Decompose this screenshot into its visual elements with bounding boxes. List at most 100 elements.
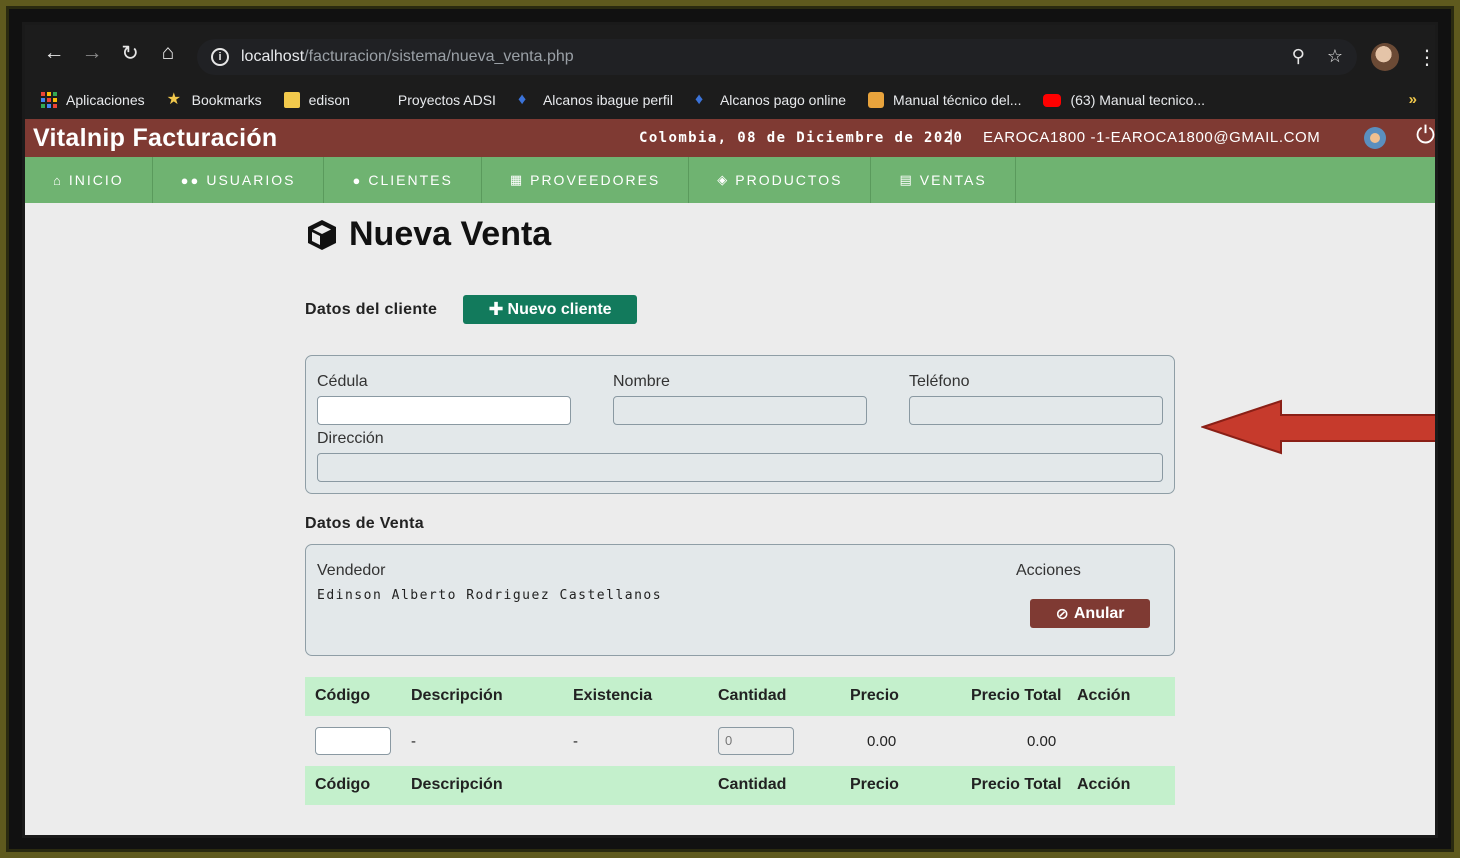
direccion-input[interactable] (317, 453, 1163, 482)
nav-label: PROVEEDORES (530, 172, 661, 188)
header-precio: Precio (850, 687, 899, 704)
cedula-input[interactable] (317, 396, 571, 425)
bookmark-item[interactable]: ♦ Alcanos pago online (694, 91, 846, 109)
nav-item-proveedores[interactable]: ▦ PROVEEDORES (482, 157, 690, 203)
footer-cantidad: Cantidad (718, 776, 787, 793)
footer-codigo: Código (315, 776, 371, 793)
vendedor-name: Edinson Alberto Rodriguez Castellanos (317, 588, 663, 603)
header-codigo: Código (315, 687, 371, 704)
bookmark-label: Alcanos ibague perfil (542, 92, 673, 108)
direccion-label: Dirección (317, 430, 384, 447)
bookmark-star-icon[interactable]: ☆ (1327, 46, 1343, 67)
users-icon: ●● (180, 172, 201, 188)
forward-arrow-icon[interactable]: → (73, 35, 111, 71)
bookmarks-bar: Aplicaciones ★ Bookmarks edison Proyecto… (25, 81, 1435, 119)
nav-label: CLIENTES (368, 172, 453, 188)
flame-icon: ♦ (694, 91, 704, 108)
new-client-button[interactable]: ✚ Nuevo cliente (463, 295, 637, 324)
app-title: Vitalnip Facturación (33, 123, 278, 152)
file-icon: ▤ (899, 172, 914, 187)
bookmark-item[interactable]: (63) Manual tecnico... (1043, 92, 1205, 108)
bookmark-label: (63) Manual tecnico... (1070, 92, 1206, 108)
nav-label: VENTAS (919, 172, 987, 188)
cedula-label: Cédula (317, 373, 368, 390)
main-nav: ⌂ INICIO ●● USUARIOS ● CLIENTES ▦ PROVEEDORE… (25, 157, 1435, 203)
bookmark-label: Aplicaciones (66, 92, 145, 108)
nombre-input[interactable] (613, 396, 867, 425)
footer-descripcion: Descripción (411, 776, 503, 793)
user-icon: ● (352, 172, 363, 188)
footer-precio-total: Precio Total (971, 776, 1062, 793)
user-avatar-icon[interactable] (1364, 127, 1386, 149)
building-icon: ▦ (509, 172, 525, 187)
nav-item-ventas[interactable]: ▤ VENTAS (871, 157, 1016, 203)
bookmark-item[interactable]: Manual técnico del... (868, 92, 1021, 108)
ban-icon: ⊘ (1055, 605, 1069, 623)
page-title: Nueva Venta (305, 215, 551, 254)
address-bar[interactable]: i localhost/facturacion/sistema/nueva_ve… (197, 39, 1357, 75)
profile-avatar[interactable] (1371, 43, 1399, 71)
reload-icon[interactable]: ↻ (111, 35, 149, 71)
zoom-icon[interactable]: ⚲ (1292, 46, 1305, 67)
telefono-input[interactable] (909, 396, 1163, 425)
doc-icon (868, 92, 885, 108)
sale-section-label: Datos de Venta (305, 515, 424, 532)
nav-item-clientes[interactable]: ● CLIENTES (324, 157, 482, 203)
apps-grid-icon (41, 92, 57, 108)
header-existencia: Existencia (573, 687, 653, 704)
descripcion-cell: - (411, 733, 416, 750)
home-icon: ⌂ (53, 172, 63, 188)
bookmark-item[interactable]: edison (283, 92, 350, 108)
header-accion: Acción (1077, 687, 1131, 704)
annotation-arrow-icon (1201, 399, 1435, 455)
url-path: /facturacion/sistema/nueva_venta.php (304, 48, 574, 65)
bookmark-item[interactable]: Aplicaciones (41, 92, 145, 108)
app-header: Vitalnip Facturación Colombia, 08 de Dic… (25, 119, 1435, 157)
nav-label: INICIO (68, 172, 124, 188)
menu-kebab-icon[interactable]: ⋮ (1417, 45, 1435, 70)
bookmark-item[interactable]: ♦ Alcanos ibague perfil (518, 92, 673, 109)
site-info-icon[interactable]: i (211, 48, 229, 66)
bookmark-label: edison (308, 92, 350, 108)
nombre-label: Nombre (613, 373, 670, 390)
footer-accion: Acción (1077, 776, 1131, 793)
page-title-text: Nueva Venta (349, 215, 552, 253)
cantidad-input[interactable]: 0 (718, 727, 794, 755)
bookmark-label: Proyectos ADSI (397, 92, 496, 108)
table-footer-header: Código Descripción Cantidad Precio Preci… (305, 766, 1175, 805)
bookmark-item[interactable]: ★ Bookmarks (166, 91, 262, 109)
header-cantidad: Cantidad (718, 687, 787, 704)
nav-item-usuarios[interactable]: ●● USUARIOS (153, 157, 325, 203)
bookmark-item[interactable]: Proyectos ADSI (398, 92, 496, 108)
precio-total-cell: 0.00 (1027, 733, 1057, 750)
plus-icon: ✚ (488, 299, 504, 319)
more-bookmarks-icon[interactable]: » (1409, 91, 1417, 108)
star-icon: ★ (166, 91, 181, 108)
nav-label: USUARIOS (206, 172, 296, 188)
existencia-cell: - (573, 733, 578, 750)
folder-icon (283, 92, 300, 108)
header-date: Colombia, 08 de Diciembre de 2020 (639, 130, 964, 146)
header-precio-total: Precio Total (971, 687, 1062, 704)
client-section-label: Datos del cliente (305, 301, 438, 318)
nav-item-inicio[interactable]: ⌂ INICIO (25, 157, 153, 203)
vendedor-label: Vendedor (317, 562, 386, 579)
home-icon[interactable]: ⌂ (149, 35, 187, 71)
anular-button[interactable]: ⊘ Anular (1030, 599, 1150, 628)
header-descripcion: Descripción (411, 687, 503, 704)
youtube-icon (1043, 93, 1062, 107)
sale-panel: Vendedor Edinson Alberto Rodriguez Caste… (305, 544, 1175, 656)
nav-item-productos[interactable]: ◈ PRODUCTOS (689, 157, 872, 203)
back-arrow-icon[interactable]: ← (35, 35, 73, 71)
nav-label: PRODUCTOS (735, 172, 843, 188)
anular-label: Anular (1073, 604, 1125, 622)
browser-window: ← → ↻ ⌂ i localhost/facturacion/sistema/… (22, 22, 1438, 838)
codigo-input[interactable] (315, 727, 391, 755)
cubes-icon: ◈ (717, 172, 730, 187)
client-panel: Cédula Nombre Teléfono Dirección (305, 355, 1175, 494)
logout-power-icon[interactable]: ⏻ (1416, 122, 1435, 150)
telefono-label: Teléfono (909, 373, 970, 390)
table-header: Código Descripción Existencia Cantidad P… (305, 677, 1175, 716)
precio-cell: 0.00 (867, 733, 897, 750)
header-separator: | (949, 128, 954, 145)
